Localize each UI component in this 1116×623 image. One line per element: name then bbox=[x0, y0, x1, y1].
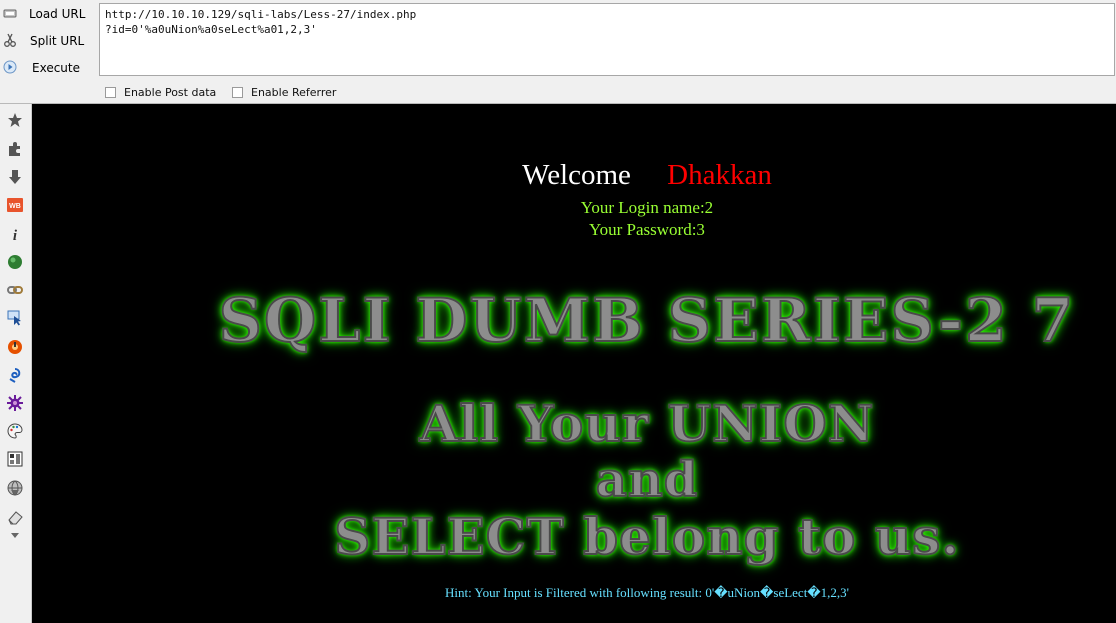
scissors-icon bbox=[3, 33, 17, 47]
enable-post-checkbox[interactable]: Enable Post data bbox=[105, 85, 216, 99]
page-content: Welcome Dhakkan Your Login name:2 Your P… bbox=[32, 104, 1116, 623]
eraser-icon[interactable] bbox=[6, 509, 24, 527]
hint-text: Hint: Your Input is Filtered with follow… bbox=[445, 585, 849, 600]
title-banner: SQLI DUMB SERIES-2 7 bbox=[218, 285, 1076, 357]
url-line-1: http://10.10.10.129/sqli-labs/Less-27/in… bbox=[105, 8, 417, 21]
user-name-text: Dhakkan bbox=[667, 159, 772, 191]
chevron-down-icon[interactable] bbox=[10, 488, 20, 498]
execute-button[interactable]: Execute bbox=[0, 56, 95, 80]
load-url-button[interactable]: Load URL bbox=[0, 2, 95, 26]
hackbar-panel: Load URL Split URL Execute http://10.10.… bbox=[0, 0, 1116, 104]
url-textarea[interactable]: http://10.10.10.129/sqli-labs/Less-27/in… bbox=[99, 3, 1115, 76]
palette-icon[interactable] bbox=[6, 422, 24, 440]
star-icon[interactable] bbox=[6, 111, 24, 129]
green-ball-icon[interactable] bbox=[6, 253, 24, 271]
link-chain-icon[interactable] bbox=[6, 281, 24, 299]
play-icon bbox=[3, 60, 17, 74]
puzzle-icon[interactable] bbox=[6, 140, 24, 158]
welcome-text: Welcome bbox=[522, 159, 631, 191]
checkbox-box bbox=[232, 86, 243, 98]
web-developer-icon[interactable]: WB bbox=[6, 196, 24, 214]
load-url-icon bbox=[3, 6, 17, 20]
enable-post-label: Enable Post data bbox=[124, 85, 217, 99]
load-url-label: Load URL bbox=[29, 7, 86, 21]
and-banner: and bbox=[595, 451, 699, 509]
cursor-select-icon[interactable] bbox=[6, 309, 24, 327]
select-banner: SELECT belong to us. bbox=[333, 506, 960, 567]
addon-sidebar: WB i bbox=[0, 104, 32, 623]
password-text: Your Password:3 bbox=[589, 220, 705, 239]
blue-swirl-icon[interactable] bbox=[6, 366, 24, 384]
welcome-line: Welcome Dhakkan bbox=[32, 159, 1116, 192]
layout-icon[interactable] bbox=[6, 450, 24, 468]
union-banner: All Your UNION bbox=[419, 393, 875, 454]
checkbox-box bbox=[105, 86, 116, 98]
execute-label: Execute bbox=[32, 61, 80, 75]
orange-circle-icon[interactable] bbox=[6, 338, 24, 356]
split-url-label: Split URL bbox=[30, 34, 85, 48]
url-line-2: ?id=0'%a0uNion%a0seLect%a01,2,3' bbox=[105, 23, 317, 36]
enable-referrer-checkbox[interactable]: Enable Referrer bbox=[232, 85, 336, 99]
login-name-text: Your Login name:2 bbox=[580, 198, 714, 217]
svg-text:WB: WB bbox=[9, 203, 21, 210]
download-arrow-icon[interactable] bbox=[6, 168, 24, 186]
enable-referrer-label: Enable Referrer bbox=[251, 85, 337, 99]
chevron-down-icon[interactable] bbox=[10, 531, 20, 541]
purple-splat-icon[interactable] bbox=[6, 394, 24, 412]
split-url-button[interactable]: Split URL bbox=[0, 29, 95, 53]
svg-text:i: i bbox=[13, 228, 18, 242]
info-icon[interactable]: i bbox=[6, 225, 24, 243]
